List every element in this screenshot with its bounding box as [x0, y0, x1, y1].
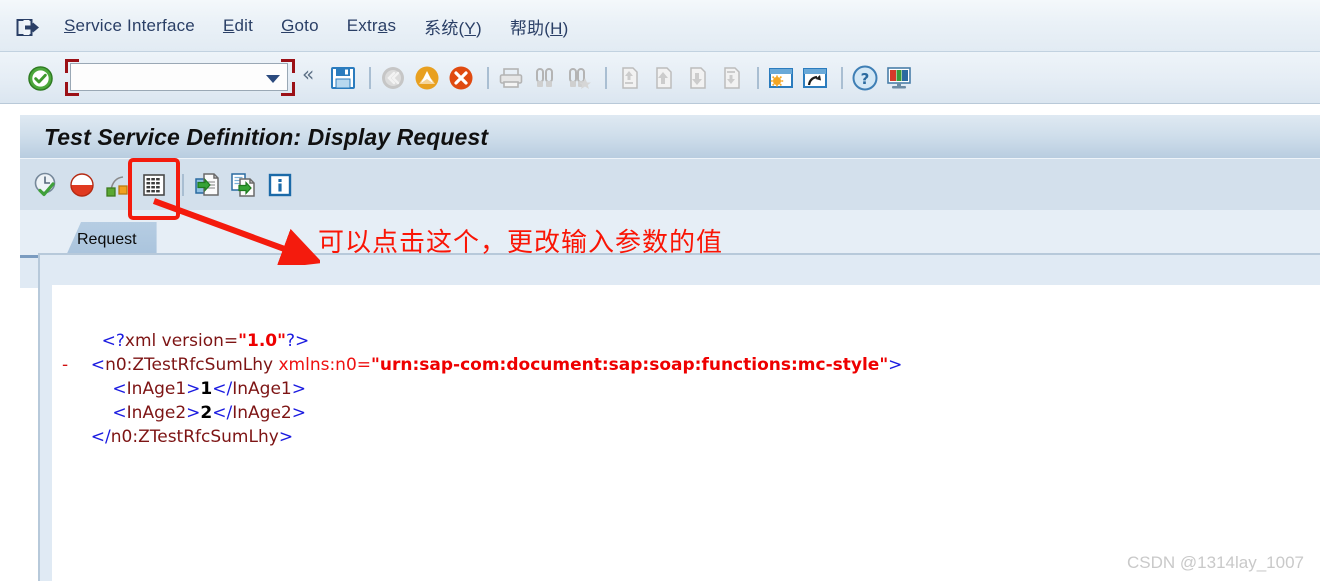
import-document-icon[interactable]: [228, 169, 260, 201]
last-page-icon: [716, 63, 746, 93]
chevron-down-icon[interactable]: [266, 75, 280, 83]
execute-clock-icon[interactable]: [30, 169, 62, 201]
next-page-icon: [682, 63, 712, 93]
command-field-wrapper: [65, 59, 295, 96]
previous-page-icon: [648, 63, 678, 93]
xml-line: <n0:ZTestRfcSumLhy xmlns:n0="urn:sap-com…: [80, 355, 903, 375]
toolbar-separator: [757, 67, 759, 89]
toolbar-separator: [841, 67, 843, 89]
annotation-highlight-box: [128, 158, 180, 220]
exit-icon[interactable]: [412, 63, 442, 93]
xml-viewer[interactable]: - <?xml version="1.0"?> <n0:ZTestRfcSumL…: [52, 285, 1320, 581]
menu-item-list: Service Interface Edit Goto Extras 系统(Y) 帮助(H…: [50, 0, 582, 52]
page-title: Test Service Definition: Display Request: [44, 124, 489, 150]
create-shortcut-icon[interactable]: [800, 63, 830, 93]
save-icon[interactable]: [328, 63, 358, 93]
tab-panel-left-gutter: [38, 285, 52, 581]
screen-title-bar: Test Service Definition: Display Request: [20, 114, 1320, 158]
first-page-icon: [614, 63, 644, 93]
application-toolbar: [20, 158, 1320, 210]
annotation-text: 可以点击这个，更改输入参数的值: [318, 228, 724, 258]
menu-goto[interactable]: Goto: [267, 13, 333, 39]
xml-collapse-toggle[interactable]: -: [62, 353, 68, 377]
information-icon[interactable]: [264, 169, 296, 201]
watermark: CSDN @1314lay_1007: [1127, 553, 1304, 572]
xml-content: <?xml version="1.0"?> <n0:ZTestRfcSumLhy…: [80, 329, 903, 449]
toolbar-separator: [605, 67, 607, 89]
highlight-corner: [65, 59, 79, 73]
xml-line: </n0:ZTestRfcSumLhy>: [80, 427, 294, 447]
collapse-toolbar-button[interactable]: «: [302, 64, 314, 84]
highlight-corner: [281, 59, 295, 73]
cancel-icon[interactable]: [446, 63, 476, 93]
menu-bar: Service Interface Edit Goto Extras 系统(Y) 帮助(H…: [0, 0, 1320, 52]
menu-help[interactable]: 帮助(H): [496, 11, 583, 42]
toolbar-separator: [369, 67, 371, 89]
find-next-icon: [564, 63, 594, 93]
status-pie-icon[interactable]: [66, 169, 98, 201]
sap-gui-window: Service Interface Edit Goto Extras 系统(Y) 帮助(H…: [0, 0, 1320, 581]
help-icon[interactable]: ?: [850, 63, 880, 93]
customize-layout-icon[interactable]: [884, 63, 914, 93]
logoff-icon[interactable]: [16, 18, 40, 38]
menu-extras[interactable]: Extras: [333, 13, 410, 39]
find-icon: [530, 63, 560, 93]
toolbar-separator: [487, 67, 489, 89]
export-document-icon[interactable]: [192, 169, 224, 201]
xml-line: <InAge1>1</InAge1>: [80, 379, 306, 399]
xml-line: <InAge2>2</InAge2>: [80, 403, 306, 423]
enter-ok-icon[interactable]: [28, 66, 53, 91]
highlight-corner: [65, 82, 79, 96]
svg-text:?: ?: [861, 70, 870, 88]
menu-system[interactable]: 系统(Y): [410, 11, 496, 42]
menu-service-interface[interactable]: Service Interface: [50, 13, 209, 39]
toolbar-icon-group: ?: [328, 60, 918, 96]
command-field[interactable]: [70, 63, 288, 91]
print-icon: [496, 63, 526, 93]
toolbar-separator: [182, 174, 184, 196]
back-icon: [378, 63, 408, 93]
tab-request-label: Request: [77, 231, 137, 248]
menu-edit[interactable]: Edit: [209, 13, 267, 39]
create-session-icon[interactable]: [766, 63, 796, 93]
highlight-corner: [281, 82, 295, 96]
xml-line: <?xml version="1.0"?>: [80, 331, 310, 351]
